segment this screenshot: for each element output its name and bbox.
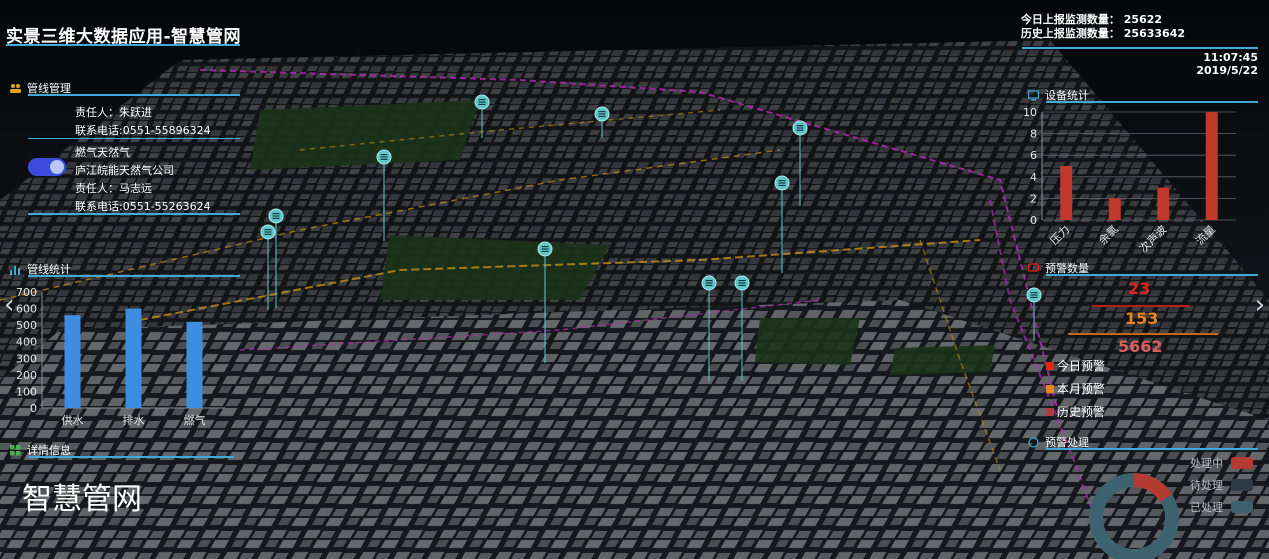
y-tick-label: 2 (1030, 192, 1037, 205)
y-tick-label: 100 (16, 385, 37, 398)
y-tick-label: 300 (16, 352, 37, 365)
y-tick-label: 0 (30, 402, 37, 415)
pipeline-mgmt-bottom-line (28, 213, 240, 215)
toggle-knob (50, 160, 64, 174)
warning-handling-donut (1089, 473, 1179, 559)
bar-供水 (64, 315, 81, 408)
bar-压力 (1060, 166, 1073, 220)
y-tick-label: 8 (1030, 128, 1037, 141)
history-report-value: 25633642 (1123, 27, 1185, 40)
clock: 11:07:45 2019/5/22 (1196, 51, 1258, 77)
detail-underline (28, 456, 234, 458)
grid-icon (10, 444, 21, 455)
clock-date: 2019/5/22 (1196, 64, 1258, 77)
report-stats: 今日上报监测数量： 25622 历史上报监测数量： 25633642 (1021, 13, 1185, 41)
y-tick-label: 4 (1030, 171, 1037, 184)
history-warning-value: 5662 (1118, 337, 1163, 356)
y-tick-label: 0 (1030, 214, 1037, 227)
bar-燃气 (186, 321, 203, 408)
responsible-person-1: 责任人：朱跃进 (75, 106, 152, 119)
x-tick-label: 流量 (1192, 222, 1217, 247)
map-marker-icon[interactable] (734, 275, 750, 387)
x-tick-label: 供水 (62, 413, 84, 427)
map-marker-icon[interactable] (701, 275, 717, 387)
x-tick-label: 余氯 (1095, 222, 1120, 247)
pipeline-mgmt-underline (28, 94, 240, 96)
gas-toggle-label: 燃气天然气 (75, 146, 130, 159)
bar-流量 (1205, 112, 1218, 220)
bar-排水 (125, 308, 142, 408)
y-tick-label: 500 (16, 319, 37, 332)
legend-processed: 已处理 (1190, 499, 1253, 515)
next-arrow-icon[interactable]: › (1255, 290, 1265, 320)
history-report-label: 历史上报监测数量： (1020, 27, 1120, 40)
bar-chart-icon (10, 265, 20, 275)
y-tick-label: 6 (1030, 149, 1037, 162)
month-warning-value: 153 (1125, 309, 1159, 328)
device-stats-chart: 0 2 4 6 8 10 压力 余氯 次声波 流量 (1023, 106, 1236, 255)
map-marker-icon[interactable] (260, 224, 276, 316)
legend-month-warning: 本月预警 (1046, 380, 1105, 397)
y-tick-label: 700 (16, 286, 37, 299)
legend-processing: 处理中 (1190, 455, 1253, 471)
map-marker-icon[interactable] (376, 149, 392, 247)
history-report-row: 历史上报监测数量： 25633642 (1021, 27, 1185, 41)
gas-layer-toggle[interactable] (28, 158, 66, 176)
x-tick-label: 次声波 (1136, 222, 1169, 255)
team-icon (10, 83, 21, 93)
map-marker-icon[interactable] (792, 120, 808, 212)
map-marker-icon[interactable] (537, 241, 553, 369)
today-warning-bar (1092, 305, 1190, 307)
legend-today-warning: 今日预警 (1046, 357, 1105, 374)
process-icon (1028, 436, 1039, 448)
city-map-scene[interactable] (0, 0, 1269, 559)
legend-pending: 待处理 (1190, 477, 1253, 493)
brand-text: 智慧管网 (22, 482, 142, 517)
title-underline (6, 44, 240, 46)
today-warning-value: 23 (1128, 279, 1151, 298)
y-tick-label: 600 (16, 303, 37, 316)
contact-phone-2: 联系电话:0551-55263624 (75, 200, 211, 213)
contact-phone-1: 联系电话:0551-55896324 (75, 124, 211, 137)
x-tick-label: 压力 (1048, 223, 1073, 248)
x-tick-label: 排水 (123, 413, 145, 427)
today-report-row: 今日上报监测数量： 25622 (1021, 13, 1185, 27)
y-tick-label: 200 (16, 369, 37, 382)
bar-次声波 (1157, 187, 1170, 220)
today-report-label: 今日上报监测数量： (1020, 13, 1120, 26)
month-warning-bar (1068, 333, 1218, 335)
pipeline-stats-chart: 0 100 200 300 400 500 600 700 供水 排水 燃气 (16, 286, 225, 427)
map-marker-icon[interactable] (774, 175, 790, 279)
y-tick-label: 400 (16, 336, 37, 349)
map-marker-icon[interactable] (1026, 287, 1042, 347)
monitor-icon (1028, 89, 1039, 100)
responsible-person-2: 责任人：马志远 (75, 182, 152, 195)
today-report-value: 25622 (1123, 13, 1163, 26)
y-tick-label: 10 (1023, 106, 1037, 119)
map-marker-icon[interactable] (474, 94, 490, 144)
gas-company: 庐江皖能天然气公司 (75, 164, 174, 177)
pipeline-stats-underline (28, 275, 240, 277)
device-stats-underline (1046, 101, 1258, 103)
bar-余氯 (1108, 198, 1121, 220)
x-tick-label: 燃气 (184, 413, 206, 427)
map-marker-icon[interactable] (594, 106, 610, 144)
legend-history-warning: 历史预警 (1046, 403, 1105, 420)
divider (28, 138, 240, 139)
prev-arrow-icon[interactable]: ‹ (4, 290, 14, 320)
warning-handling-underline (1046, 448, 1258, 450)
clock-time: 11:07:45 (1203, 51, 1258, 64)
warning-count-underline (1046, 274, 1258, 276)
stats-underline (1022, 47, 1258, 49)
alert-icon (1028, 262, 1039, 272)
